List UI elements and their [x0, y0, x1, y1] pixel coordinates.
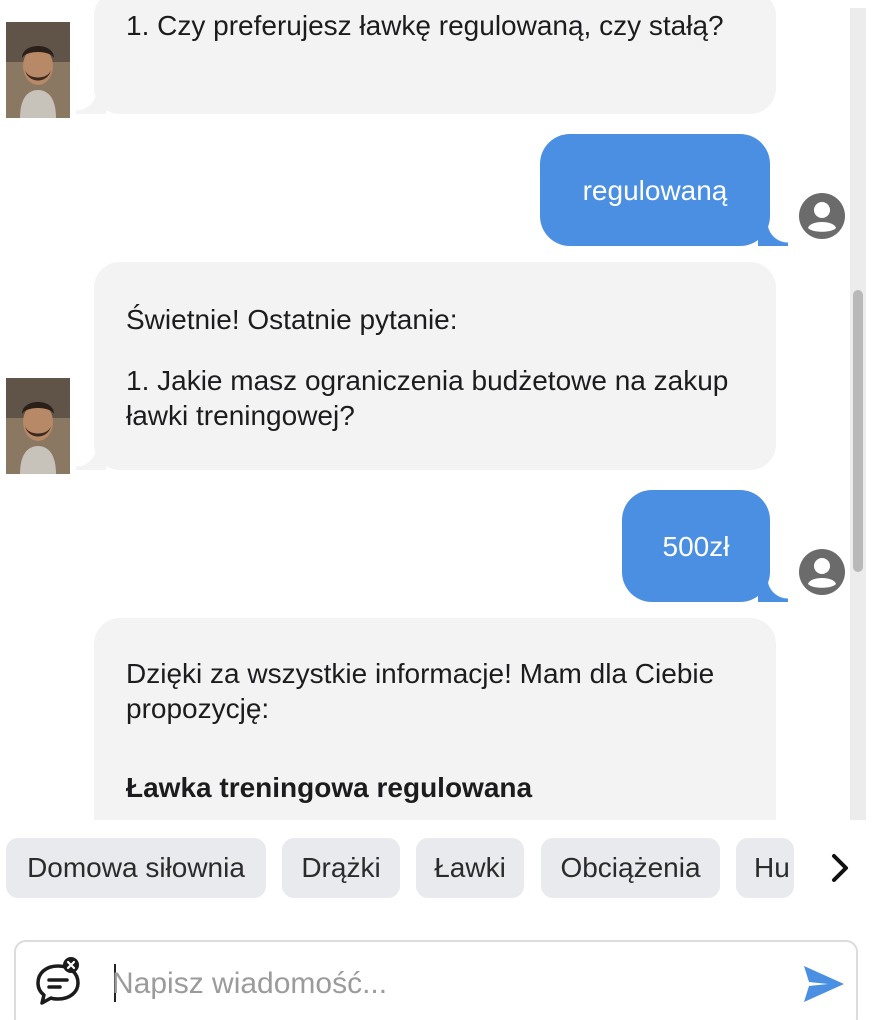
bot-message-text: 1. Jakie masz ograniczenia budżetowe na … — [126, 365, 729, 431]
account-circle-icon — [799, 193, 845, 239]
user-message: regulowaną — [540, 134, 788, 246]
send-icon[interactable] — [800, 960, 848, 1008]
bot-message-text: Dzięki za wszystkie informacje! Mam dla … — [126, 658, 715, 724]
chip-partial[interactable]: Hu — [736, 838, 794, 898]
quick-reply-chips: Domowa siłownia Drążki Ławki Obciążenia … — [0, 838, 874, 898]
message-input[interactable] — [112, 962, 762, 1006]
chip-lawki[interactable]: Ławki — [416, 838, 524, 898]
bot-avatar — [6, 378, 70, 474]
bot-avatar — [6, 22, 70, 118]
user-message: 500zł — [622, 490, 788, 602]
chat-bubble-close-icon[interactable] — [34, 956, 84, 1008]
chat-scrollbar[interactable] — [850, 8, 866, 820]
account-circle-icon — [799, 549, 845, 595]
message-composer — [14, 940, 858, 1020]
chip-obciazenia[interactable]: Obciążenia — [541, 838, 720, 898]
bot-message: Świetnie! Ostatnie pytanie: 1. Jakie mas… — [76, 262, 776, 470]
chat-scrollbar-thumb[interactable] — [853, 290, 863, 572]
user-message-text: regulowaną — [582, 174, 728, 206]
bot-message-text: Świetnie! Ostatnie pytanie: — [126, 304, 458, 335]
bot-message: Dzięki za wszystkie informacje! Mam dla … — [94, 618, 776, 820]
chat-messages: 1. Czy preferujesz ławkę regulowaną, czy… — [0, 0, 850, 820]
bot-message-text: 1. Czy preferujesz ławkę regulowaną, czy… — [126, 10, 724, 41]
user-message-text: 500zł — [662, 530, 730, 562]
chip-domowa-silownia[interactable]: Domowa siłownia — [6, 838, 266, 898]
bot-message: 1. Czy preferujesz ławkę regulowaną, czy… — [76, 0, 776, 114]
chevron-right-icon[interactable] — [820, 848, 860, 888]
product-name: Ławka treningowa regulowana — [126, 772, 533, 803]
chip-drazki[interactable]: Drążki — [282, 838, 400, 898]
